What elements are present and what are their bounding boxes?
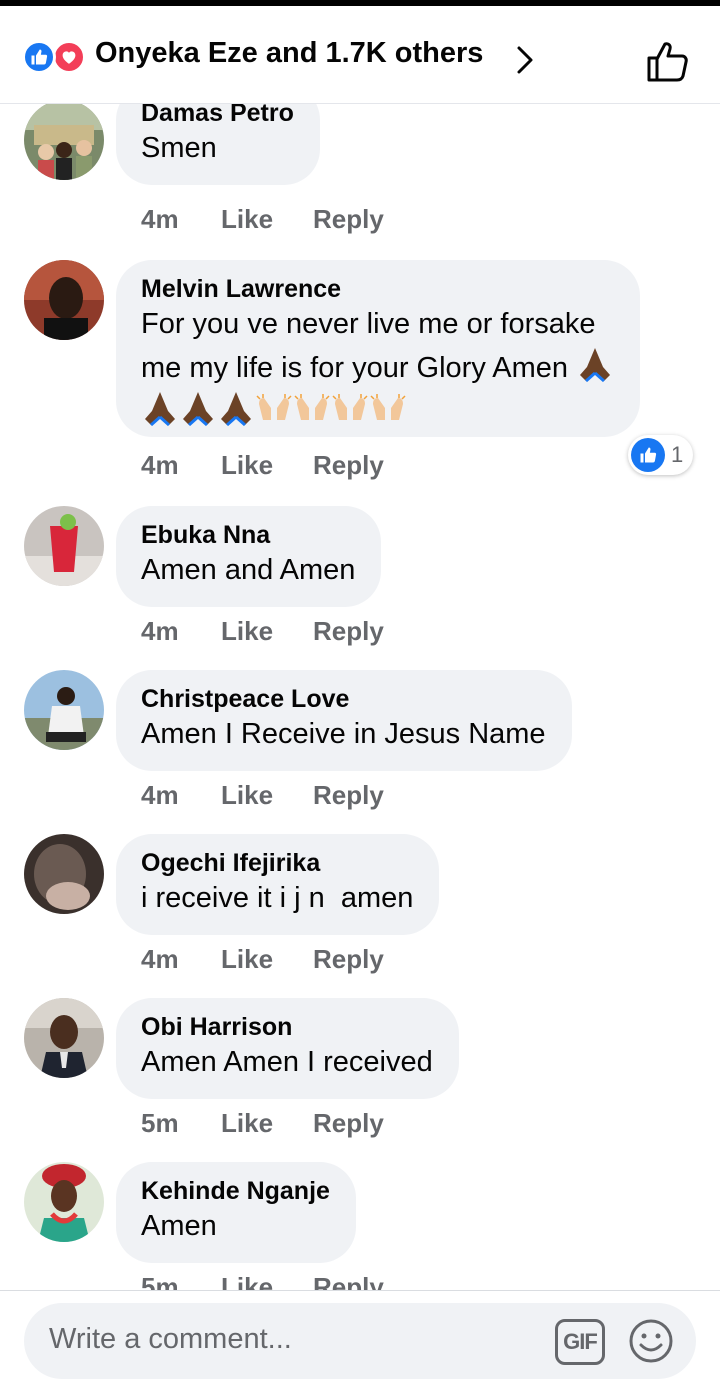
comment-reply-button[interactable]: Reply [313, 1106, 384, 1140]
praying-hands-icon [145, 392, 175, 427]
raised-hands-icon [332, 394, 368, 420]
comment-text: Amen and Amen [141, 554, 356, 586]
comment-time: 4m [141, 204, 179, 234]
comment-item: Obi Harrison Amen Amen I received 5m Lik… [0, 998, 720, 1148]
comment-time: 4m [141, 780, 179, 810]
avatar-group-photo[interactable] [24, 104, 104, 180]
like-icon [631, 438, 665, 472]
comment-like-button[interactable]: Like [221, 448, 313, 482]
comment-actions: 5m Like Reply [141, 1106, 384, 1140]
comment-time: 4m [141, 616, 179, 646]
comment-author[interactable]: Melvin Lawrence [141, 274, 614, 304]
comment-bubble[interactable]: Ogechi Ifejirika i receive it i j n amen [116, 834, 440, 935]
comment-like-button[interactable]: Like [221, 614, 313, 648]
comment-text: Amen Amen I received [141, 1046, 433, 1078]
comment-bubble[interactable]: Christpeace Love Amen I Receive in Jesus… [116, 670, 572, 771]
comment-reply-button[interactable]: Reply [313, 448, 384, 482]
comment-reply-button[interactable]: Reply [313, 1270, 384, 1290]
comment-like-button[interactable]: Like [221, 942, 313, 976]
comment-input[interactable]: Write a comment... GIF [24, 1303, 696, 1379]
comment-text: Amen I Receive in Jesus Name [141, 718, 546, 750]
comment-reply-button[interactable]: Reply [313, 202, 384, 236]
comment-author[interactable]: Ebuka Nna [141, 520, 355, 550]
like-icon [22, 40, 56, 74]
comment-reaction-count[interactable]: 1 [628, 435, 694, 475]
praying-hands-icon [183, 392, 213, 427]
comment-author[interactable]: Christpeace Love [141, 684, 546, 714]
comment-item: Ogechi Ifejirika i receive it i j n amen… [0, 834, 720, 984]
comment-item: Christpeace Love Amen I Receive in Jesus… [0, 670, 720, 820]
comment-reply-button[interactable]: Reply [313, 942, 384, 976]
praying-hands-icon [221, 392, 251, 427]
comment-bubble[interactable]: Ebuka Nna Amen and Amen [116, 506, 382, 607]
comment-reply-button[interactable]: Reply [313, 778, 384, 812]
comment-like-button[interactable]: Like [221, 1106, 313, 1140]
comment-text: i receive it i j n amen [141, 882, 414, 914]
comment-time: 5m [141, 1272, 179, 1290]
comment-author[interactable]: Ogechi Ifejirika [141, 848, 413, 878]
gif-button[interactable]: GIF [555, 1319, 605, 1365]
raised-hands-icon [256, 394, 292, 420]
avatar-man-sitting[interactable] [24, 670, 104, 750]
comment-actions: 5m Like Reply [141, 1270, 384, 1290]
avatar-man-red[interactable] [24, 260, 104, 340]
comment-bubble[interactable]: Obi Harrison Amen Amen I received [116, 998, 459, 1099]
comment-author[interactable]: Obi Harrison [141, 1012, 433, 1042]
comment-item: Kehinde Nganje Amen 5m Like Reply [0, 1162, 720, 1290]
praying-hands-icon [580, 348, 611, 383]
comment-like-button[interactable]: Like [221, 1270, 313, 1290]
reactors-summary[interactable]: Onyeka Eze and 1.7K others [95, 37, 483, 70]
avatar-woman-coral[interactable] [24, 1162, 104, 1242]
comment-author[interactable]: Kehinde Nganje [141, 1176, 330, 1206]
like-post-icon[interactable] [644, 38, 692, 84]
comment-actions: 4m Like Reply [141, 448, 384, 482]
comment-text: Smen [141, 132, 217, 164]
chevron-right-icon[interactable] [512, 42, 538, 78]
comment-bubble[interactable]: Kehinde Nganje Amen [116, 1162, 356, 1263]
comment-item: Ebuka Nna Amen and Amen 4m Like Reply [0, 506, 720, 656]
comment-actions: 4m Like Reply [141, 202, 384, 236]
reactions-header[interactable]: Onyeka Eze and 1.7K others [0, 6, 720, 104]
comment-bubble[interactable]: Damas Petro Smen [116, 104, 320, 185]
comment-text-line: For you ve never live me or forsake [141, 308, 596, 340]
emoji-icon[interactable] [628, 1318, 674, 1364]
comments-list[interactable]: Damas Petro Smen 4m Like Reply Melvin La… [0, 104, 720, 1290]
comment-text-line: me my life is for your Glory Amen [141, 345, 614, 389]
reaction-count-value: 1 [671, 442, 684, 467]
raised-hands-icon [370, 394, 406, 420]
reaction-icons [22, 40, 88, 76]
avatar-man-suit[interactable] [24, 998, 104, 1078]
comment-text: Amen [141, 1210, 217, 1242]
comment-actions: 4m Like Reply [141, 778, 384, 812]
gif-label: GIF [563, 1329, 598, 1354]
comment-composer: Write a comment... GIF [0, 1290, 720, 1379]
comment-reply-button[interactable]: Reply [313, 614, 384, 648]
raised-hands-icon [294, 394, 330, 420]
comment-input-placeholder[interactable]: Write a comment... [49, 1323, 292, 1356]
comment-like-button[interactable]: Like [221, 778, 313, 812]
comment-item: Melvin Lawrence For you ve never live me… [0, 260, 720, 492]
avatar-dark-photo[interactable] [24, 834, 104, 914]
comment-time: 5m [141, 1108, 179, 1138]
comment-actions: 4m Like Reply [141, 614, 384, 648]
comment-emoji-line [141, 389, 614, 427]
comment-bubble[interactable]: Melvin Lawrence For you ve never live me… [116, 260, 641, 437]
comment-time: 4m [141, 944, 179, 974]
avatar-red-drink[interactable] [24, 506, 104, 586]
comment-item: Damas Petro Smen 4m Like Reply [0, 104, 720, 234]
comment-time: 4m [141, 450, 179, 480]
comment-actions: 4m Like Reply [141, 942, 384, 976]
love-icon [52, 40, 86, 74]
comment-like-button[interactable]: Like [221, 202, 313, 236]
comment-author[interactable]: Damas Petro [141, 104, 294, 128]
